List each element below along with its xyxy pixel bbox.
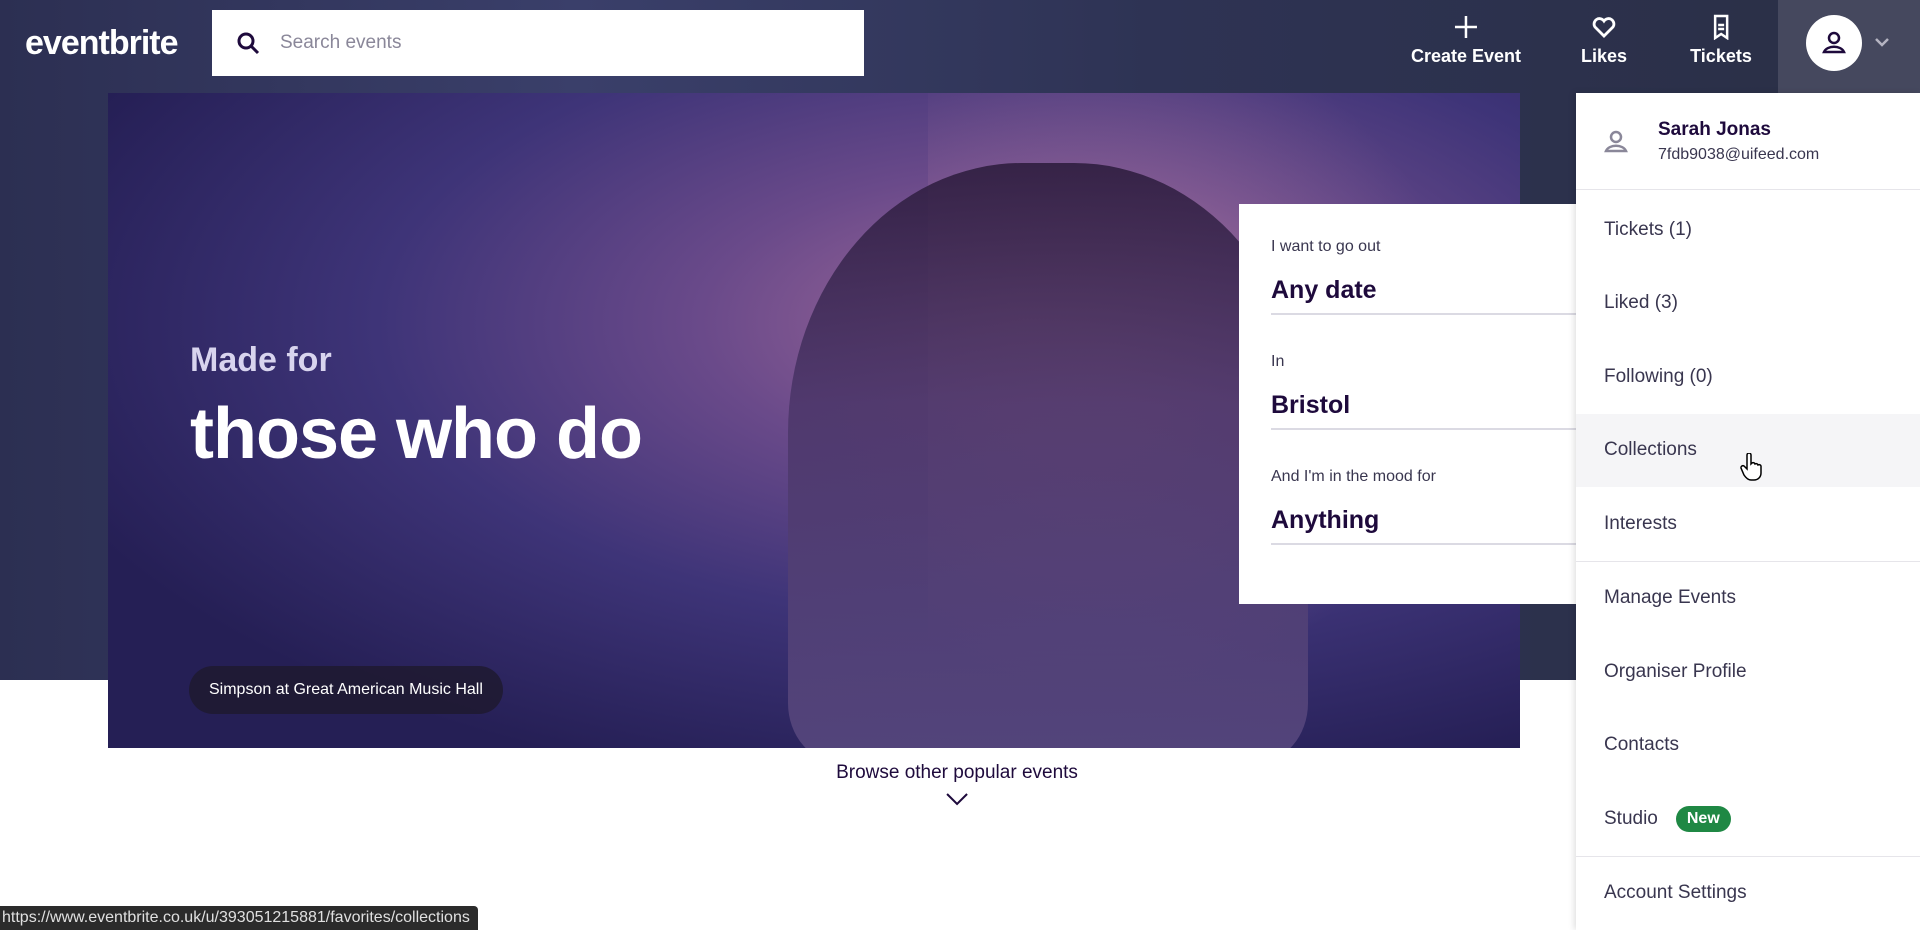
mood-select[interactable]: Anything — [1271, 506, 1576, 545]
menu-item-liked[interactable]: Liked (3) — [1576, 267, 1920, 341]
avatar[interactable] — [1806, 15, 1862, 71]
search-icon — [237, 32, 260, 55]
menu-item-studio[interactable]: Studio New — [1576, 782, 1920, 856]
hero-title: those who do — [190, 394, 643, 474]
menu-item-account-settings[interactable]: Account Settings — [1576, 857, 1920, 930]
user-icon — [1822, 31, 1846, 54]
menu-item-following[interactable]: Following (0) — [1576, 340, 1920, 414]
studio-label: Studio — [1604, 807, 1658, 829]
hand-cursor-icon — [1740, 453, 1762, 481]
new-badge: New — [1675, 805, 1731, 832]
create-event-button[interactable]: Create Event — [1411, 14, 1521, 67]
event-filter-card: I want to go out Any date In Bristol And I… — [1239, 204, 1576, 604]
chevron-down-icon — [946, 793, 968, 806]
date-label: I want to go out — [1271, 238, 1381, 255]
user-name: Sarah Jonas — [1658, 119, 1771, 140]
menu-item-tickets[interactable]: Tickets (1) — [1576, 193, 1920, 267]
menu-item-manage-events[interactable]: Manage Events — [1576, 562, 1920, 636]
menu-item-interests[interactable]: Interests — [1576, 487, 1920, 561]
location-label: In — [1271, 353, 1285, 370]
plus-icon — [1455, 16, 1477, 38]
search-input[interactable] — [280, 32, 840, 54]
tickets-button[interactable]: Tickets — [1690, 14, 1752, 67]
likes-button[interactable]: Likes — [1581, 14, 1627, 67]
location-select[interactable]: Bristol — [1271, 391, 1576, 430]
date-select[interactable]: Any date — [1271, 276, 1576, 315]
menu-item-contacts[interactable]: Contacts — [1576, 709, 1920, 783]
user-icon — [1604, 130, 1628, 153]
likes-label: Likes — [1580, 46, 1628, 66]
search-bar[interactable] — [212, 10, 864, 76]
ticket-icon — [1713, 14, 1729, 40]
singer-image — [788, 163, 1308, 748]
browse-popular-events[interactable]: Browse other popular events — [836, 762, 1078, 806]
heart-icon — [1592, 17, 1616, 38]
chevron-down-icon[interactable] — [1874, 36, 1890, 48]
account-dropdown-menu: Sarah Jonas 7fdb9038@uifeed.com Tickets … — [1576, 93, 1920, 930]
top-navigation: eventbrite Create Event Likes Tickets — [0, 0, 1920, 93]
status-bar-url: https://www.eventbrite.co.uk/u/393051215… — [0, 906, 478, 930]
browse-label: Browse other popular events — [836, 762, 1078, 783]
hero-caption[interactable]: Simpson at Great American Music Hall — [189, 666, 503, 714]
user-info: Sarah Jonas 7fdb9038@uifeed.com — [1576, 93, 1920, 190]
hero-subtitle: Made for — [190, 341, 332, 379]
user-email: 7fdb9038@uifeed.com — [1658, 146, 1820, 163]
eventbrite-logo[interactable]: eventbrite — [25, 24, 178, 63]
menu-item-organiser-profile[interactable]: Organiser Profile — [1576, 635, 1920, 709]
mood-label: And I'm in the mood for — [1271, 468, 1436, 485]
create-event-label: Create Event — [1410, 46, 1522, 66]
tickets-label: Tickets — [1690, 46, 1752, 66]
